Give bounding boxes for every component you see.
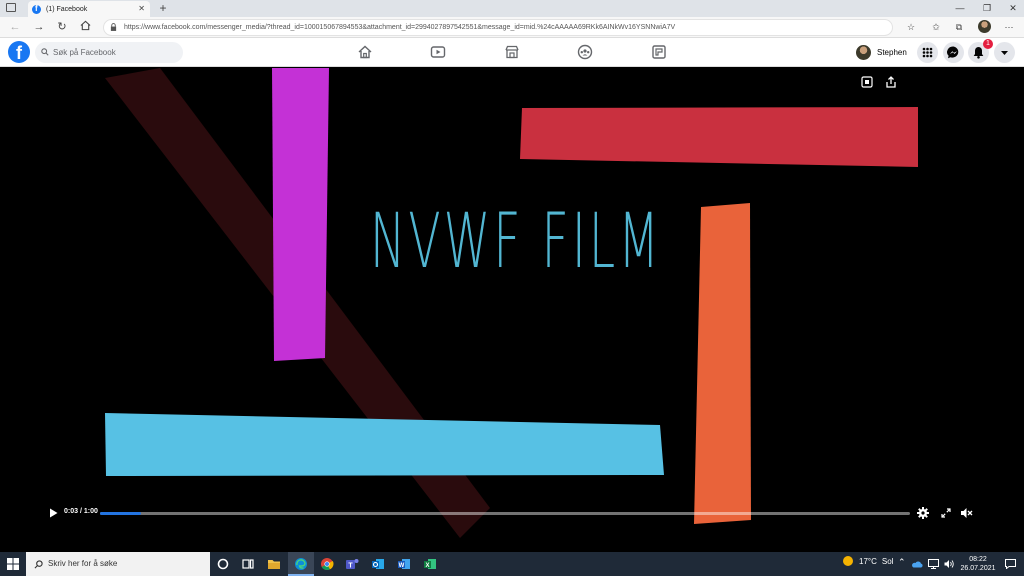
restore-button[interactable]: ❐ bbox=[977, 1, 997, 15]
clock-date: 26.07.2021 bbox=[960, 565, 996, 572]
svg-text:T: T bbox=[348, 562, 353, 569]
play-icon[interactable] bbox=[49, 508, 58, 518]
refresh-button[interactable]: ↻ bbox=[55, 20, 69, 34]
browser-toolbar: ← → ↻ https://www.facebook.com/messenger… bbox=[0, 17, 1024, 38]
favorites-add-icon[interactable]: ☆ bbox=[905, 21, 917, 33]
outlook-icon[interactable] bbox=[371, 557, 385, 571]
grid-menu-icon bbox=[922, 47, 933, 58]
home-button[interactable] bbox=[78, 20, 92, 34]
svg-text:W: W bbox=[399, 563, 405, 569]
fullscreen-icon[interactable] bbox=[941, 508, 951, 518]
minimize-button[interactable]: — bbox=[950, 1, 970, 15]
windows-start-icon[interactable] bbox=[7, 558, 19, 570]
facebook-search-input[interactable]: Søk på Facebook bbox=[35, 42, 183, 63]
video-progress bbox=[100, 512, 141, 515]
account-button[interactable] bbox=[994, 42, 1015, 63]
user-name: Stephen bbox=[877, 47, 907, 57]
video-timeline[interactable] bbox=[100, 512, 910, 515]
url-text: https://www.facebook.com/messenger_media… bbox=[124, 24, 676, 31]
marketplace-nav-icon[interactable] bbox=[504, 44, 520, 60]
video-player[interactable]: NVWF FILM bbox=[0, 68, 1024, 552]
onedrive-icon[interactable] bbox=[911, 560, 923, 568]
close-window-button[interactable]: ✕ bbox=[1003, 1, 1023, 15]
search-icon bbox=[41, 48, 49, 56]
mute-icon[interactable] bbox=[960, 507, 973, 519]
forward-button[interactable]: → bbox=[32, 20, 46, 34]
cortana-icon[interactable] bbox=[216, 557, 230, 571]
red-stripe bbox=[520, 107, 918, 167]
gaming-nav-icon[interactable] bbox=[651, 44, 667, 60]
new-tab-button[interactable]: + bbox=[157, 1, 169, 15]
messenger-icon bbox=[947, 46, 959, 59]
lock-icon[interactable] bbox=[110, 23, 117, 31]
file-explorer-icon[interactable] bbox=[267, 557, 281, 571]
taskbar-search-input[interactable]: Skriv her for å søke bbox=[26, 552, 210, 576]
more-options-icon[interactable]: ⋯ bbox=[1003, 21, 1015, 33]
groups-nav-icon[interactable] bbox=[577, 44, 593, 60]
video-frame-artwork bbox=[105, 68, 918, 538]
favorites-icon[interactable]: ✩ bbox=[930, 21, 942, 33]
cyan-stripe bbox=[105, 413, 664, 476]
network-icon[interactable] bbox=[928, 559, 939, 569]
weather-widget[interactable]: 17°C Sol bbox=[843, 556, 893, 566]
collections-icon[interactable]: ⧉ bbox=[953, 21, 965, 33]
weather-text: Sol bbox=[881, 556, 894, 566]
browser-tab-strip: (1) Facebook ✕ + — ❐ ✕ bbox=[0, 0, 1024, 17]
task-view-icon[interactable] bbox=[241, 557, 255, 571]
video-title-text: NVWF FILM bbox=[370, 196, 662, 285]
user-avatar bbox=[856, 44, 871, 60]
tab-title: (1) Facebook bbox=[46, 5, 88, 13]
teams-icon[interactable]: T bbox=[345, 557, 359, 571]
profile-shortcut[interactable]: Stephen bbox=[856, 42, 907, 62]
home-nav-icon[interactable] bbox=[357, 44, 373, 60]
facebook-logo[interactable]: f bbox=[8, 41, 30, 63]
tab-close-icon[interactable]: ✕ bbox=[138, 4, 145, 13]
excel-icon[interactable]: X bbox=[423, 557, 437, 571]
windows-taskbar: Skriv her for å søke T W X 17°C Sol ⌃ 08… bbox=[0, 552, 1024, 576]
word-icon[interactable]: W bbox=[397, 557, 411, 571]
facebook-favicon-icon bbox=[32, 4, 41, 14]
caret-down-icon bbox=[1001, 51, 1008, 55]
notification-badge: 1 bbox=[983, 39, 993, 49]
watch-nav-icon[interactable] bbox=[430, 44, 446, 60]
notification-center-icon[interactable] bbox=[1005, 559, 1016, 569]
tab-actions-menu-icon[interactable] bbox=[6, 3, 16, 12]
chrome-icon[interactable] bbox=[320, 557, 334, 571]
video-time: 0:03 / 1:00 bbox=[64, 508, 98, 515]
taskbar-search-icon bbox=[34, 560, 43, 569]
home-icon bbox=[80, 20, 90, 31]
back-button[interactable]: ← bbox=[8, 20, 22, 34]
volume-icon[interactable] bbox=[944, 559, 955, 569]
show-hidden-icons-chevron-icon[interactable]: ⌃ bbox=[898, 557, 906, 568]
picture-in-picture-icon[interactable] bbox=[861, 76, 873, 88]
search-placeholder: Søk på Facebook bbox=[53, 48, 116, 57]
svg-text:X: X bbox=[425, 563, 429, 569]
clock-time: 08:22 bbox=[969, 556, 987, 563]
sun-icon bbox=[843, 556, 853, 566]
orange-stripe bbox=[694, 203, 751, 524]
share-icon[interactable] bbox=[885, 76, 897, 88]
magenta-stripe bbox=[272, 68, 329, 361]
address-bar[interactable]: https://www.facebook.com/messenger_media… bbox=[103, 19, 893, 36]
settings-gear-icon[interactable] bbox=[917, 507, 929, 519]
taskbar-clock[interactable]: 08:22 26.07.2021 bbox=[958, 555, 998, 573]
browser-tab[interactable]: (1) Facebook ✕ bbox=[28, 1, 150, 17]
taskbar-search-placeholder: Skriv her for å søke bbox=[48, 559, 118, 568]
weather-temp: 17°C bbox=[859, 556, 877, 566]
facebook-header: f Søk på Facebook Stephen 1 bbox=[0, 38, 1024, 67]
edge-browser-icon[interactable] bbox=[294, 557, 308, 571]
browser-profile-avatar[interactable] bbox=[978, 20, 991, 33]
menu-button[interactable] bbox=[917, 42, 938, 63]
messenger-button[interactable] bbox=[943, 42, 964, 63]
